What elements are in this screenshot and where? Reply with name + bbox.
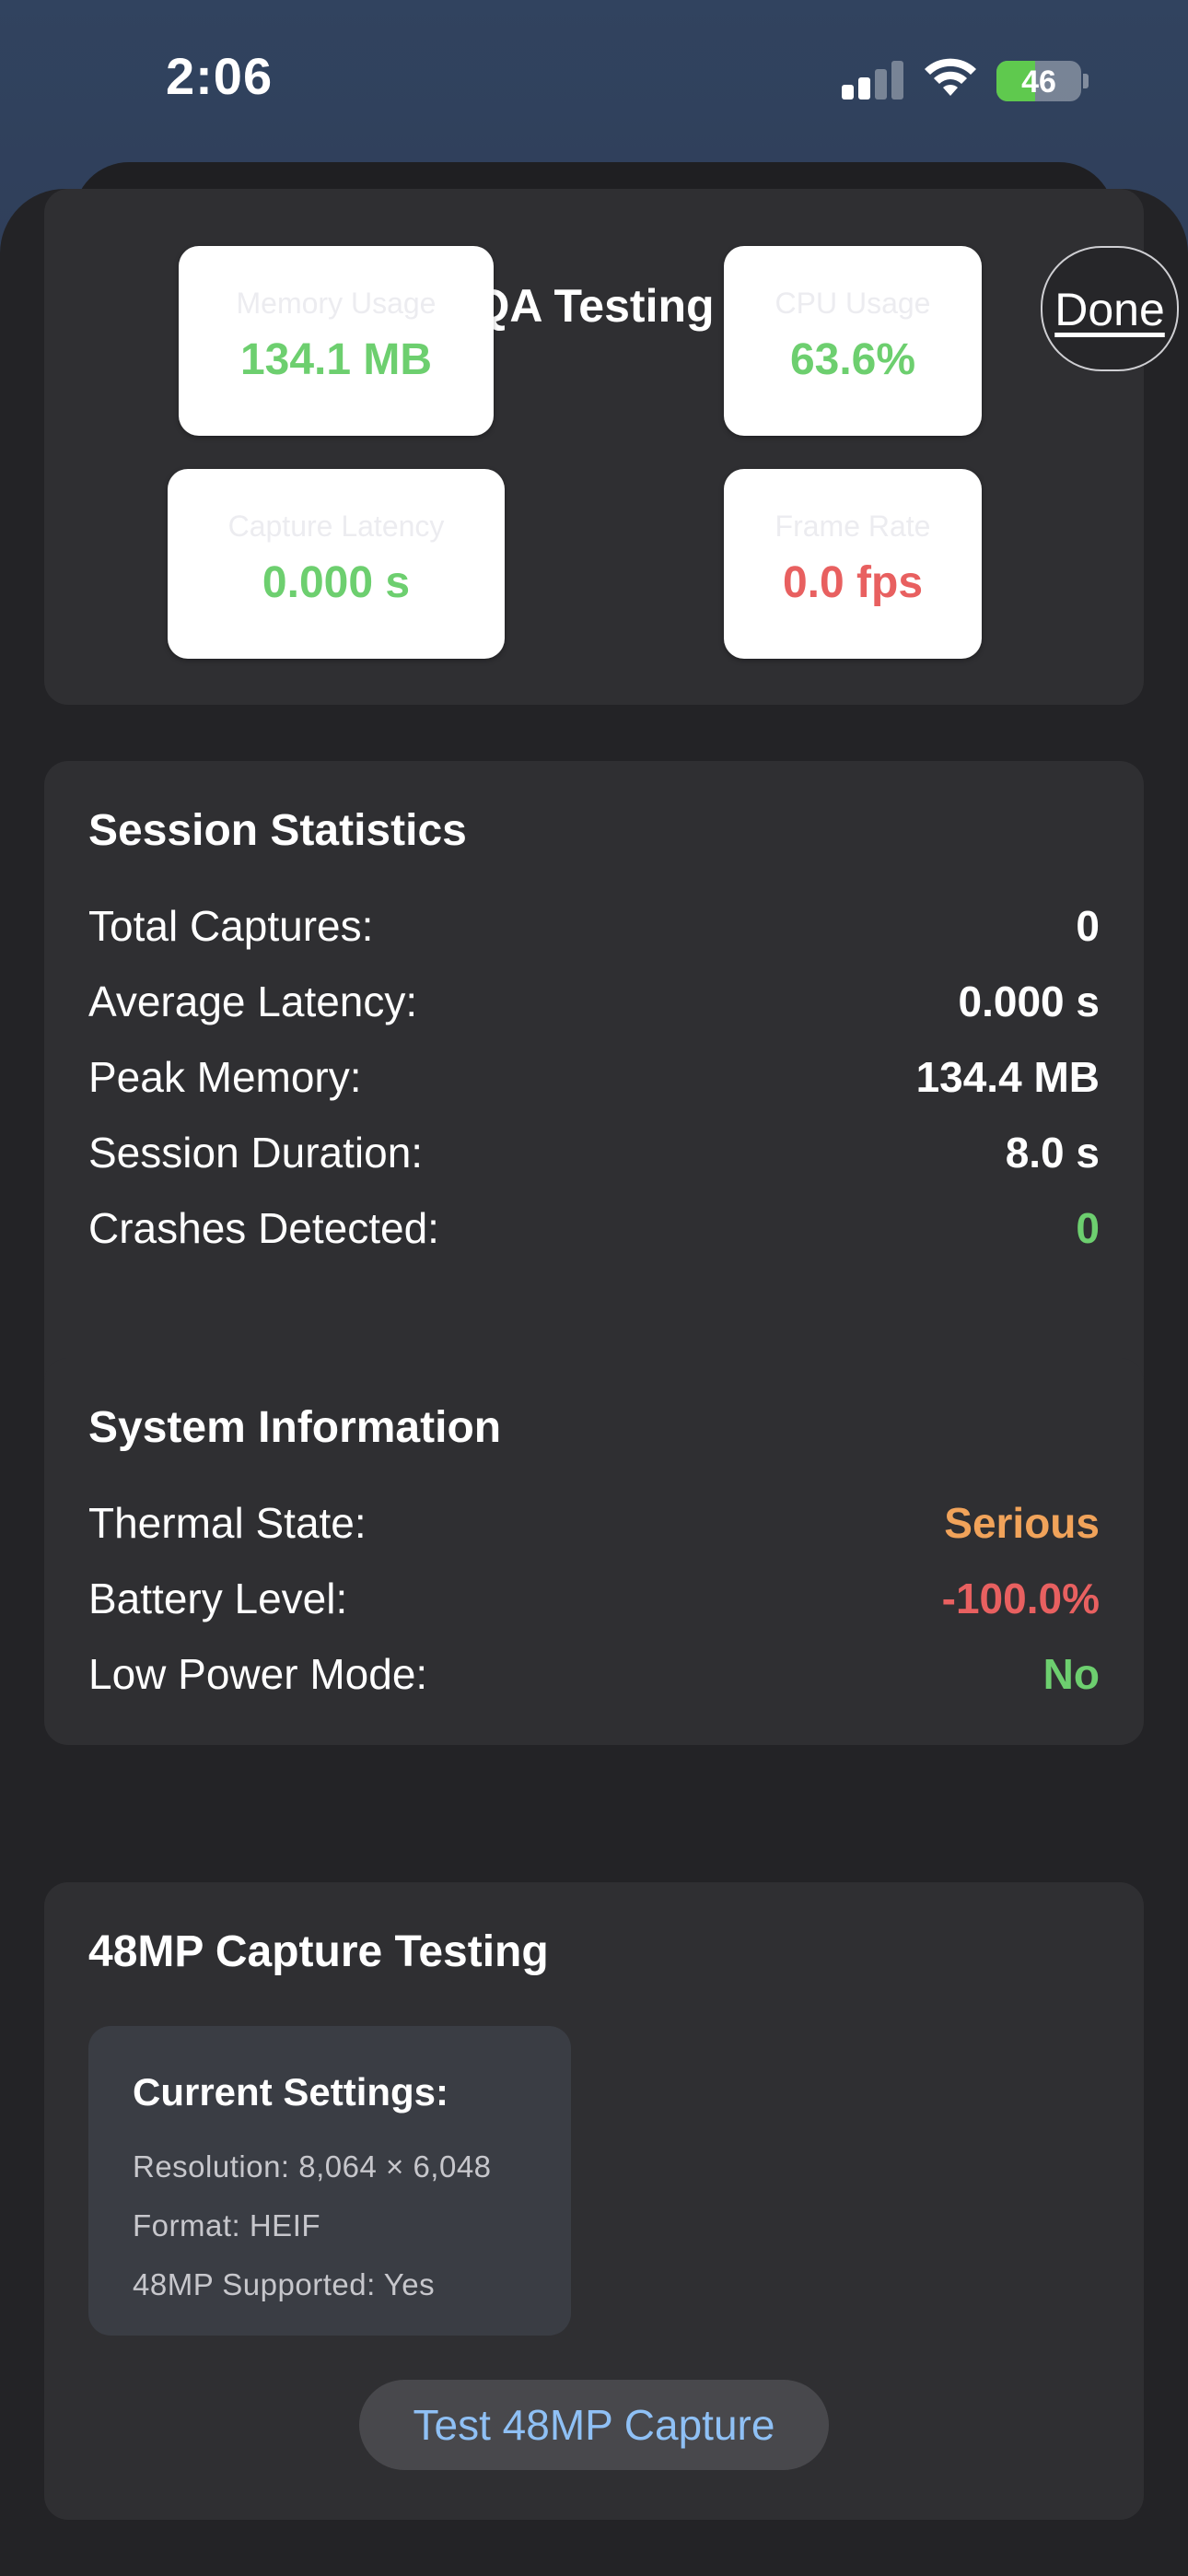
stat-value: 0 — [1076, 1204, 1100, 1252]
resolution-text: Resolution: 8,064 × 6,048 — [133, 2149, 492, 2184]
stat-label: Session Duration: — [88, 1129, 424, 1177]
supported-text: 48MP Supported: Yes — [133, 2267, 436, 2301]
stat-label: Crashes Detected: — [88, 1204, 439, 1252]
stat-label: Peak Memory: — [88, 1053, 362, 1101]
stat-row-average-latency: Average Latency: 0.000 s — [88, 977, 1100, 1032]
system-row-battery-level: Battery Level: -100.0% — [88, 1574, 1100, 1629]
capture-48mp-card: 48MP Capture Testing Current Settings: R… — [44, 1882, 1144, 2520]
frame-rate-label: Frame Rate — [775, 509, 931, 543]
capture-48mp-title: 48MP Capture Testing — [88, 1927, 549, 1976]
system-row-thermal-state: Thermal State: Serious — [88, 1498, 1100, 1553]
stat-value: 0.000 s — [958, 978, 1100, 1025]
status-time: 2:06 — [166, 47, 274, 105]
system-row-low-power-mode: Low Power Mode: No — [88, 1649, 1100, 1704]
format-text: Format: HEIF — [133, 2208, 321, 2242]
stat-row-session-duration: Session Duration: 8.0 s — [88, 1128, 1100, 1183]
cpu-usage-label: CPU Usage — [775, 287, 931, 320]
system-value: -100.0% — [941, 1575, 1100, 1622]
qa-testing-sheet: QA Testing Memory Usage 134.1 MB CPU Usa… — [0, 189, 1188, 2576]
system-value: Serious — [944, 1499, 1100, 1547]
current-settings-title: Current Settings: — [133, 2070, 449, 2113]
memory-usage-tile: Memory Usage 134.1 MB — [179, 246, 494, 436]
memory-usage-label: Memory Usage — [236, 287, 437, 320]
done-button-label: Done — [1054, 284, 1165, 335]
status-bar: 2:06 46 — [0, 0, 1188, 157]
memory-usage-value: 134.1 MB — [239, 335, 433, 384]
session-statistics-title: Session Statistics — [88, 806, 467, 855]
stat-value: 0 — [1076, 902, 1100, 950]
stat-row-peak-memory: Peak Memory: 134.4 MB — [88, 1052, 1100, 1107]
stat-label: Average Latency: — [88, 978, 418, 1025]
system-label: Thermal State: — [88, 1499, 367, 1547]
capture-latency-value: 0.000 s — [262, 558, 411, 607]
system-information-card: System Information Thermal State: Seriou… — [44, 1358, 1144, 1745]
system-label: Low Power Mode: — [88, 1650, 428, 1698]
stat-row-crashes-detected: Crashes Detected: 0 — [88, 1203, 1100, 1259]
current-settings-box: Current Settings: Resolution: 8,064 × 6,… — [88, 2026, 571, 2336]
system-label: Battery Level: — [88, 1575, 348, 1622]
capture-latency-tile: Capture Latency 0.000 s — [168, 469, 505, 659]
cpu-usage-value: 63.6% — [789, 335, 916, 384]
battery-percent: 46 — [1021, 64, 1056, 100]
stat-row-total-captures: Total Captures: 0 — [88, 901, 1100, 956]
done-button[interactable]: Done — [1041, 246, 1179, 371]
cpu-usage-tile: CPU Usage 63.6% — [724, 246, 982, 436]
test-48mp-capture-button[interactable]: Test 48MP Capture — [359, 2380, 829, 2470]
stat-value: 8.0 s — [1005, 1129, 1100, 1177]
cellular-signal-icon — [842, 61, 904, 100]
wifi-icon — [925, 58, 976, 96]
system-value: No — [1042, 1650, 1100, 1698]
capture-latency-label: Capture Latency — [227, 509, 445, 543]
test-48mp-capture-label: Test 48MP Capture — [413, 2401, 775, 2449]
frame-rate-value: 0.0 fps — [782, 558, 924, 607]
metrics-card: QA Testing Memory Usage 134.1 MB CPU Usa… — [44, 189, 1179, 705]
stat-label: Total Captures: — [88, 902, 374, 950]
system-information-title: System Information — [88, 1403, 502, 1452]
stat-value: 134.4 MB — [915, 1053, 1100, 1101]
frame-rate-tile: Frame Rate 0.0 fps — [724, 469, 982, 659]
battery-icon: 46 — [996, 61, 1081, 101]
battery-cap — [1083, 74, 1089, 88]
